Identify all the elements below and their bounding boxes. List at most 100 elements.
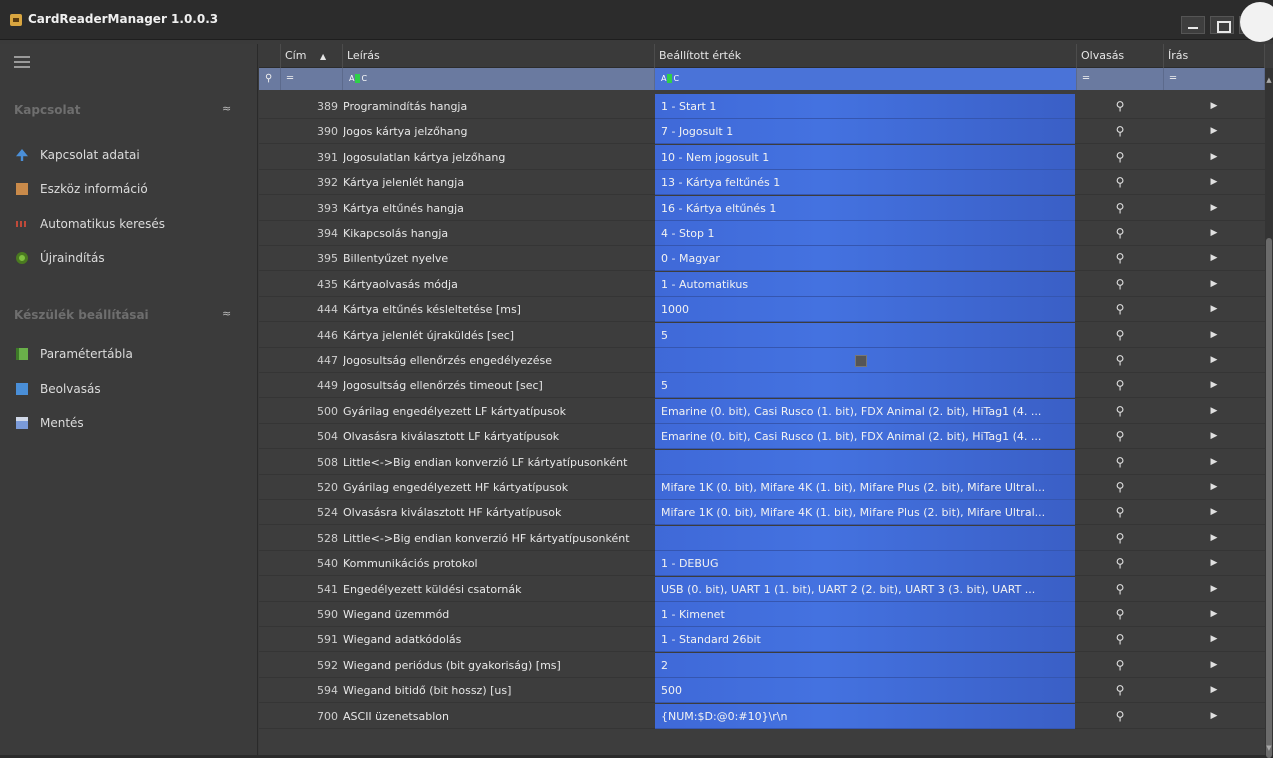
- collapse-chevron-icon[interactable]: ≈: [222, 102, 231, 115]
- write-play-icon[interactable]: ▶: [1164, 602, 1264, 627]
- table-row[interactable]: 504 Olvasásra kiválasztott LF kártyatípus…: [259, 424, 1265, 450]
- read-search-icon[interactable]: ⚲: [1077, 373, 1163, 398]
- column-header-write[interactable]: Írás: [1164, 44, 1265, 68]
- read-search-icon[interactable]: ⚲: [1077, 221, 1163, 246]
- read-search-icon[interactable]: ⚲: [1077, 246, 1163, 271]
- row-value-cell[interactable]: 1000: [655, 297, 1075, 323]
- table-row[interactable]: 540 Kommunikációs protokol 1 - DEBUG ⚲ ▶: [259, 551, 1265, 577]
- row-value-cell[interactable]: 1 - DEBUG: [655, 551, 1075, 577]
- write-play-icon[interactable]: ▶: [1164, 119, 1264, 144]
- row-value-cell[interactable]: 1 - Automatikus: [655, 271, 1075, 297]
- write-play-icon[interactable]: ▶: [1164, 272, 1264, 297]
- filter-read-equals[interactable]: ═: [1077, 68, 1164, 90]
- row-value-cell[interactable]: 1 - Standard 26bit: [655, 627, 1075, 653]
- sidebar-item-parametertabla[interactable]: Paramétertábla: [16, 344, 133, 364]
- write-play-icon[interactable]: ▶: [1164, 424, 1264, 449]
- write-play-icon[interactable]: ▶: [1164, 577, 1264, 602]
- row-value-cell[interactable]: USB (0. bit), UART 1 (1. bit), UART 2 (2…: [655, 576, 1075, 602]
- row-value-cell[interactable]: Emarine (0. bit), Casi Rusco (1. bit), F…: [655, 424, 1075, 450]
- table-row[interactable]: 594 Wiegand bitidő (bit hossz) [us] 500 ⚲ ▶: [259, 678, 1265, 704]
- write-play-icon[interactable]: ▶: [1164, 399, 1264, 424]
- write-play-icon[interactable]: ▶: [1164, 551, 1264, 576]
- row-value-cell[interactable]: 0 - Magyar: [655, 246, 1075, 272]
- maximize-button[interactable]: [1210, 16, 1234, 34]
- write-play-icon[interactable]: ▶: [1164, 297, 1264, 322]
- filter-value-contains[interactable]: AC: [655, 68, 1077, 90]
- row-value-cell[interactable]: 10 - Nem jogosult 1: [655, 144, 1075, 170]
- table-row[interactable]: 700 ASCII üzenetsablon {NUM:$D:@0:#10}\r\n…: [259, 703, 1265, 729]
- table-row[interactable]: 528 Little<->Big endian konverzió HF kárt…: [259, 525, 1265, 551]
- row-value-cell[interactable]: 5: [655, 322, 1075, 348]
- read-search-icon[interactable]: ⚲: [1077, 297, 1163, 322]
- write-play-icon[interactable]: ▶: [1164, 627, 1264, 652]
- table-row[interactable]: 390 Jogos kártya jelzőhang 7 - Jogosult 1 ⚲…: [259, 119, 1265, 145]
- minimize-button[interactable]: [1181, 16, 1205, 34]
- table-row[interactable]: 395 Billentyűzet nyelve 0 - Magyar ⚲ ▶: [259, 246, 1265, 272]
- filter-desc-contains[interactable]: AC: [343, 68, 655, 90]
- write-play-icon[interactable]: ▶: [1164, 678, 1264, 703]
- column-header-desc[interactable]: Leírás: [343, 44, 655, 68]
- row-value-cell[interactable]: [655, 348, 1075, 373]
- row-value-cell[interactable]: Mifare 1K (0. bit), Mifare 4K (1. bit), …: [655, 500, 1075, 526]
- table-row[interactable]: 520 Gyárilag engedélyezett HF kártyatípus…: [259, 475, 1265, 500]
- row-value-cell[interactable]: 16 - Kártya eltűnés 1: [655, 195, 1075, 221]
- vertical-scrollbar[interactable]: ▲ ▼: [1265, 68, 1273, 758]
- sidebar-item-eszkoz-informacio[interactable]: Eszköz információ: [16, 179, 148, 199]
- read-search-icon[interactable]: ⚲: [1077, 653, 1163, 678]
- table-row[interactable]: 389 Programindítás hangja 1 - Start 1 ⚲ ▶: [259, 94, 1265, 119]
- filter-id-equals[interactable]: ═: [281, 68, 343, 90]
- read-search-icon[interactable]: ⚲: [1077, 678, 1163, 703]
- read-search-icon[interactable]: ⚲: [1077, 424, 1163, 449]
- sidebar-item-beolvasas[interactable]: Beolvasás: [16, 379, 101, 399]
- read-search-icon[interactable]: ⚲: [1077, 323, 1163, 348]
- table-row[interactable]: 591 Wiegand adatkódolás 1 - Standard 26bit…: [259, 627, 1265, 653]
- table-row[interactable]: 435 Kártyaolvasás módja 1 - Automatikus ⚲ ▶: [259, 271, 1265, 297]
- write-play-icon[interactable]: ▶: [1164, 145, 1264, 170]
- read-search-icon[interactable]: ⚲: [1077, 94, 1163, 119]
- row-value-cell[interactable]: 13 - Kártya feltűnés 1: [655, 170, 1075, 196]
- row-value-cell[interactable]: {NUM:$D:@0:#10}\r\n: [655, 703, 1075, 729]
- read-search-icon[interactable]: ⚲: [1077, 551, 1163, 576]
- table-row[interactable]: 393 Kártya eltűnés hangja 16 - Kártya eltű…: [259, 195, 1265, 221]
- read-search-icon[interactable]: ⚲: [1077, 475, 1163, 500]
- read-search-icon[interactable]: ⚲: [1077, 170, 1163, 195]
- sidebar-item-ujrainditas[interactable]: Újraindítás: [16, 248, 105, 268]
- read-search-icon[interactable]: ⚲: [1077, 450, 1163, 475]
- hamburger-menu-icon[interactable]: [14, 56, 30, 68]
- column-header-read[interactable]: Olvasás: [1077, 44, 1164, 68]
- row-value-cell[interactable]: 5: [655, 373, 1075, 399]
- table-row[interactable]: 444 Kártya eltűnés késleltetése [ms] 1000 ⚲…: [259, 297, 1265, 323]
- read-search-icon[interactable]: ⚲: [1077, 272, 1163, 297]
- table-row[interactable]: 394 Kikapcsolás hangja 4 - Stop 1 ⚲ ▶: [259, 221, 1265, 246]
- write-play-icon[interactable]: ▶: [1164, 323, 1264, 348]
- write-play-icon[interactable]: ▶: [1164, 246, 1264, 271]
- scroll-up-icon[interactable]: ▲: [1265, 76, 1273, 84]
- row-value-cell[interactable]: Mifare 1K (0. bit), Mifare 4K (1. bit), …: [655, 475, 1075, 500]
- write-play-icon[interactable]: ▶: [1164, 94, 1264, 119]
- read-search-icon[interactable]: ⚲: [1077, 526, 1163, 551]
- column-header-value[interactable]: Beállított érték: [655, 44, 1077, 68]
- row-value-cell[interactable]: 1 - Kimenet: [655, 602, 1075, 627]
- read-search-icon[interactable]: ⚲: [1077, 119, 1163, 144]
- table-row[interactable]: 446 Kártya jelenlét újraküldés [sec] 5 ⚲ ▶: [259, 322, 1265, 348]
- row-value-cell[interactable]: [655, 449, 1075, 475]
- read-search-icon[interactable]: ⚲: [1077, 500, 1163, 525]
- table-row[interactable]: 449 Jogosultság ellenőrzés timeout [sec] 5…: [259, 373, 1265, 399]
- write-play-icon[interactable]: ▶: [1164, 221, 1264, 246]
- table-row[interactable]: 590 Wiegand üzemmód 1 - Kimenet ⚲ ▶: [259, 602, 1265, 627]
- read-search-icon[interactable]: ⚲: [1077, 348, 1163, 373]
- write-play-icon[interactable]: ▶: [1164, 653, 1264, 678]
- filter-write-equals[interactable]: ═: [1164, 68, 1265, 90]
- write-play-icon[interactable]: ▶: [1164, 526, 1264, 551]
- table-row[interactable]: 500 Gyárilag engedélyezett LF kártyatípus…: [259, 398, 1265, 424]
- row-value-cell[interactable]: 1 - Start 1: [655, 94, 1075, 119]
- sidebar-item-kapcsolat-adatai[interactable]: Kapcsolat adatai: [16, 145, 140, 165]
- write-play-icon[interactable]: ▶: [1164, 450, 1264, 475]
- row-value-cell[interactable]: 2: [655, 652, 1075, 678]
- read-search-icon[interactable]: ⚲: [1077, 145, 1163, 170]
- row-value-cell[interactable]: Emarine (0. bit), Casi Rusco (1. bit), F…: [655, 398, 1075, 424]
- table-row[interactable]: 541 Engedélyezett küldési csatornák USB (0…: [259, 576, 1265, 602]
- read-search-icon[interactable]: ⚲: [1077, 704, 1163, 729]
- table-row[interactable]: 524 Olvasásra kiválasztott HF kártyatípus…: [259, 500, 1265, 526]
- group-header-keszulek-beallitasai[interactable]: Készülék beállításai: [14, 308, 149, 322]
